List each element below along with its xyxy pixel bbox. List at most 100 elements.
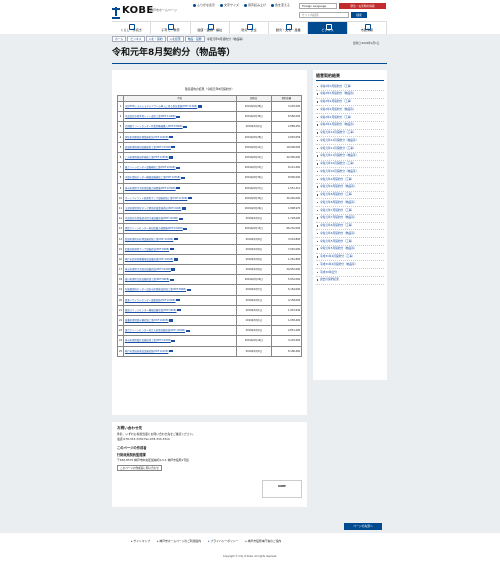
pdf-icon — [168, 349, 173, 353]
sidebar-item[interactable]: 令和2年2月契約分（物品等） — [316, 106, 384, 114]
contract-pdf-link[interactable]: 東部スラッジセンター機械設備修繕(PDF:99KB) — [123, 304, 237, 316]
mail-form-link[interactable]: このページの作成者に問い合わせ — [117, 465, 162, 472]
contract-price: 1,058,400 — [270, 314, 303, 327]
sidebar-item[interactable]: 令和2年3月契約分（工事） — [316, 83, 384, 91]
contract-pdf-link[interactable]: 神戸市民病院機構施設設備修繕(PDF:100KB) — [123, 253, 237, 266]
contract-price: 3,034,800 — [270, 233, 303, 245]
contract-pdf-link[interactable]: 中央卸売市場東部市場冷凍設備修繕(PDF:120KB) — [123, 213, 237, 225]
sidebar-item[interactable]: 令和元年6月契約分（物品等） — [316, 230, 384, 238]
contract-pdf-link[interactable]: 中部水環境センター機械設備補修工事(PDF:103KB) — [123, 172, 237, 184]
contract-price: 2,889,250 — [270, 121, 303, 133]
contract-pdf-link[interactable]: 東クリーンセンター設備補修工事(PDF:103KB) — [123, 162, 237, 174]
sidebar-item[interactable]: 令和元年8月契約分（工事） — [316, 192, 384, 200]
table-body: 1 市民PHRシステムモデルアプリの導入に係る委託業務(PDF:113KB) 201… — [116, 100, 303, 357]
contract-pdf-link[interactable]: 神戸市環境局施設設備修繕(PDF:101KB) — [123, 345, 237, 357]
contract-pdf-link[interactable]: 消防車両関係修理業務委託(PDF:104KB) — [123, 131, 237, 143]
sidebar-item[interactable]: 令和元年9月契約分（物品等） — [316, 184, 384, 192]
furigana-link[interactable]: ふりがな表示 — [193, 3, 215, 8]
nav-health[interactable]: 健康・医療・福祉 — [191, 22, 230, 34]
contract-date: 2019年8月29日 — [235, 274, 272, 286]
nav-city-info[interactable]: 市政情報 — [348, 22, 387, 34]
voice-link[interactable]: 音声読み上げ — [243, 3, 266, 8]
contract-pdf-link[interactable]: 北須磨クリーンセンター作業用機器購入(PDF:108KB) — [123, 121, 237, 133]
contract-pdf-link[interactable]: 湊川処理場計装設備修繕工事(PDF:99KB) — [123, 274, 237, 286]
contract-pdf-link[interactable]: 中央卸売市場本場トイレ改修工事(PDF:110KB) — [123, 111, 237, 123]
sidebar-item[interactable]: 令和元年8月契約分（物品等） — [316, 199, 384, 207]
sidebar-item[interactable]: 令和2年1月契約分（工事） — [316, 114, 384, 122]
search-button[interactable]: 検索 — [351, 12, 367, 18]
breadcrumb-current: 令和元年8月契約分（物品等） — [206, 36, 245, 41]
sidebar-item[interactable]: 令和元年5月契約分（物品等） — [316, 246, 384, 254]
language-select[interactable]: Foreign Language — [299, 3, 337, 9]
footer-sitemap-link[interactable]: サイトマップ — [131, 539, 150, 543]
breadcrumb-contract[interactable]: 入札・契約 — [145, 36, 166, 43]
contract-pdf-link[interactable]: 鈴蘭台処理場ポンプ設備修繕(PDF:99KB) — [123, 243, 237, 255]
sidebar-item[interactable]: 令和元年10月契約分（工事） — [316, 161, 384, 169]
color-link[interactable]: 色を変える — [270, 3, 290, 8]
contract-price: 8,186,400 — [270, 345, 303, 357]
emergency-button[interactable]: 緊急・災害時の情報 — [339, 3, 386, 9]
table-row: 20 資源リサイクルセンター設備修繕(PDF:100KB) 2019年8月1日 4,1… — [116, 294, 303, 306]
contract-pdf-link[interactable]: ポートアイランド処理場ポンプ設備修繕工事(PDF:121KB) — [123, 192, 237, 204]
sidebar-item[interactable]: 令和2年2月契約分（工事） — [316, 99, 384, 107]
breadcrumb-goods[interactable]: 物品・役務 — [184, 36, 205, 43]
nav-living[interactable]: くらし・手続き — [112, 22, 152, 34]
sidebar-item[interactable]: 令和元年6月契約分（工事） — [316, 223, 384, 231]
sidebar-item[interactable]: 過去の契約結果 — [316, 277, 384, 285]
sidebar-item[interactable]: 平成31年4月契約分（物品等） — [316, 261, 384, 269]
nav-business[interactable]: ビジネス — [308, 22, 348, 34]
sidebar-item[interactable]: 令和元年7月契約分（工事） — [316, 207, 384, 215]
contract-pdf-link[interactable]: 垂水処理場電気設備修繕工事(PDF:100KB) — [123, 335, 237, 347]
table-row: 24 垂水処理場電気設備修繕工事(PDF:100KB) 2019年8月16日 3,21… — [116, 335, 303, 347]
contract-pdf-link[interactable]: 西部処理場水処理設備修繕工事(PDF:103KB) — [123, 233, 237, 245]
contract-pdf-link[interactable]: 垂水処理場汚泥処理設備点検整備(PDF:105KB) — [123, 182, 237, 194]
sidebar-item[interactable]: 令和元年5月契約分（工事） — [316, 238, 384, 246]
site-logo[interactable]: KOBE — [112, 5, 153, 19]
contract-pdf-link[interactable]: 玉津処理場消化タンク関係修繕業務委託(PDF:91KB) — [123, 202, 237, 215]
sidebar-list: 令和2年3月契約分（工事） 令和2年3月契約分（物品等） 令和2年2月契約分（工事）… — [316, 83, 384, 285]
pdf-icon — [197, 105, 202, 108]
breadcrumb-results[interactable]: 入札結果 — [166, 36, 184, 43]
footer-guide-link[interactable]: 神戸市ホームページのご利用案内 — [157, 539, 201, 543]
font-size-link[interactable]: 文字サイズ — [220, 3, 239, 8]
contract-pdf-link[interactable]: 落合クリーンセンター排ガス処理設備修繕(PDF:105KB) — [123, 325, 237, 337]
contract-pdf-link[interactable]: 資源リサイクルセンター設備修繕(PDF:100KB) — [123, 294, 237, 306]
sidebar-item[interactable]: 令和元年7月契約分（物品等） — [316, 215, 384, 223]
contract-date: 2019年8月16日 — [235, 335, 272, 347]
nav-safety[interactable]: 防災・安全 — [230, 22, 270, 34]
contract-pdf-link[interactable]: 布施畑環境センター浸出水処理施設修繕工事(PDF:98KB) — [123, 284, 237, 296]
search-input[interactable]: サイト内検索 — [299, 12, 349, 18]
contract-pdf-link[interactable]: 垂水処理場汚泥焼却設備修繕(PDF:102KB) — [123, 263, 237, 276]
sidebar-item[interactable]: 令和元年9月契約分（工事） — [316, 176, 384, 184]
table-row: 10 ポートアイランド処理場ポンプ設備修繕工事(PDF:121KB) 2019年8月… — [116, 192, 303, 204]
page-top-button[interactable]: ページの先頭へ — [344, 523, 382, 530]
footer-privacy-link[interactable]: プライバシーポリシー — [208, 539, 239, 543]
nav-tourism[interactable]: 観光・文化・産業 — [269, 22, 309, 34]
contract-pdf-link[interactable]: 市民PHRシステムモデルアプリの導入に係る委託業務(PDF:113KB) — [123, 100, 237, 113]
sidebar-item[interactable]: 平成30年度分 — [316, 269, 384, 277]
sidebar-item[interactable]: 令和元年11月契約分（物品等） — [316, 153, 384, 161]
footer-cityhall-link[interactable]: 神戸市役所本庁舎のご案内 — [245, 539, 282, 543]
sidebar-item[interactable]: 平成31年4月契約分（工事） — [316, 254, 384, 262]
contract-pdf-link[interactable]: 東灘処理場脱水機修繕工事(PDF:100KB) — [123, 314, 237, 327]
nav-childcare[interactable]: 子育て・教育 — [151, 22, 191, 34]
contract-pdf-link[interactable]: ごみ処理用焼却炉補修工事(PDF:125KB) — [123, 151, 237, 164]
pdf-icon — [169, 248, 174, 251]
contract-pdf-link[interactable]: 西部処理場焼却設備更新工事(PDF:151KB) — [123, 141, 237, 153]
breadcrumb-business[interactable]: ビジネス — [127, 36, 145, 43]
pdf-icon — [169, 278, 174, 281]
contract-date: 2019年8月2日 — [235, 121, 272, 133]
contract-name: 落合クリーンセンター排ガス処理設備修繕(PDF:105KB) — [124, 329, 186, 333]
contract-date: 2019年8月1日 — [235, 314, 272, 327]
sidebar-item[interactable]: 令和元年10月契約分（物品等） — [316, 168, 384, 176]
breadcrumb-home[interactable]: ホーム — [112, 36, 127, 43]
palette-icon — [270, 4, 274, 8]
sidebar-item[interactable]: 令和元年11月契約分（工事） — [316, 145, 384, 153]
sidebar-item[interactable]: 令和2年1月契約分（物品等） — [316, 122, 384, 130]
sidebar-item[interactable]: 令和元年12月契約分（工事） — [316, 130, 384, 138]
contract-pdf-link[interactable]: 港島クリーンセンター焼却設備点検整備(PDF:100KB) — [123, 223, 237, 235]
kobe-mark-icon — [112, 6, 120, 19]
sidebar-item[interactable]: 令和2年3月契約分（物品等） — [316, 91, 384, 99]
sidebar-item[interactable]: 令和元年12月契約分（物品等） — [316, 137, 384, 145]
contract-name: 北須磨クリーンセンター作業用機器購入(PDF:108KB) — [124, 125, 183, 129]
